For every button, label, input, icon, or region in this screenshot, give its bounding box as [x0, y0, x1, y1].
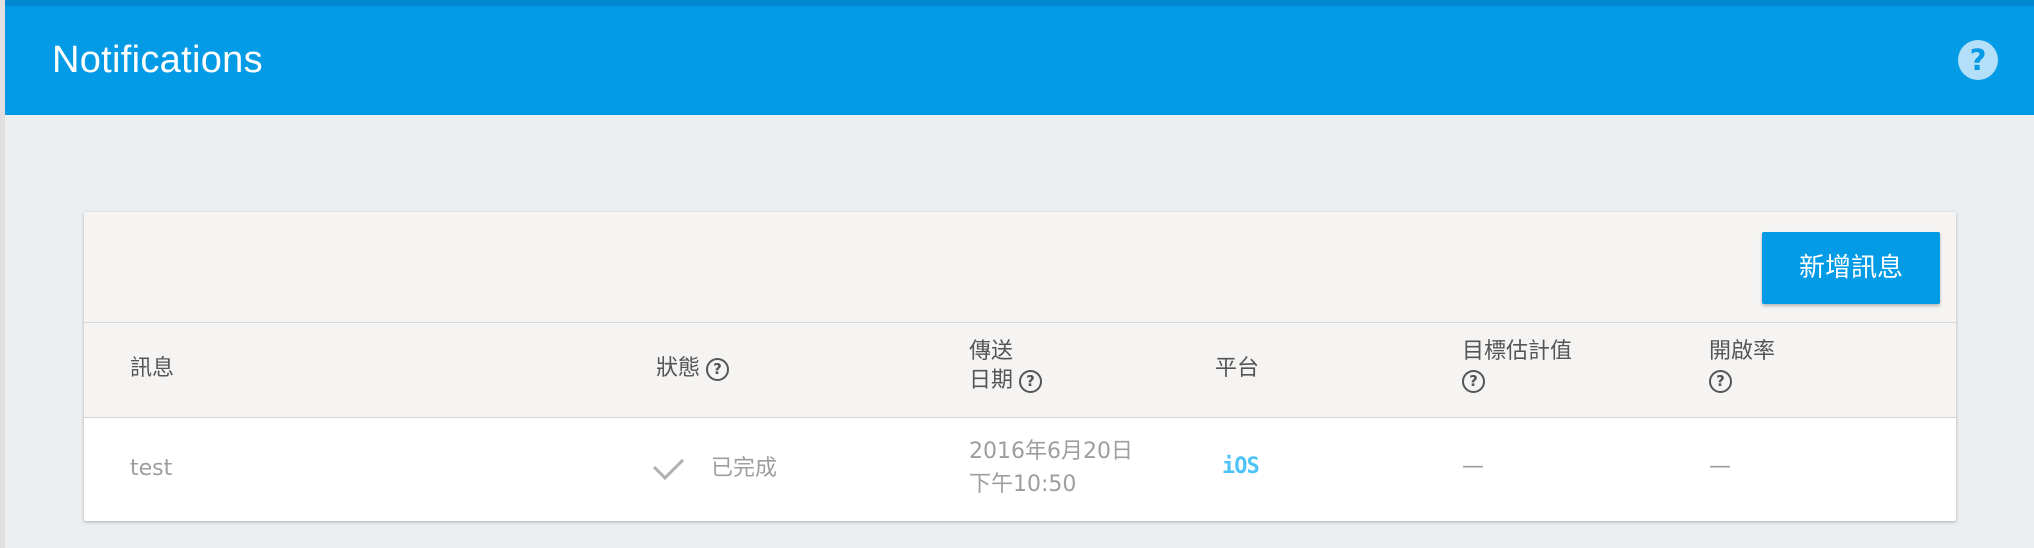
row-open-rate: —: [1709, 454, 1731, 479]
help-icon[interactable]: ?: [1958, 40, 1998, 80]
target-estimate-help-icon[interactable]: ?: [1462, 369, 1485, 393]
row-platform: iOS: [1222, 450, 1260, 483]
app-header: Notifications ?: [5, 0, 2034, 115]
row-send-date: 2016年6月20日 下午10:50: [969, 439, 1133, 497]
table-header: 訊息 狀態? 傳送 日期? 平台 目標估計值 ? 開啟率 ?: [84, 323, 1956, 418]
column-header-status: 狀態?: [656, 354, 730, 383]
row-status: 已完成: [652, 448, 777, 485]
column-header-message: 訊息: [130, 356, 175, 381]
new-message-button[interactable]: 新增訊息: [1762, 232, 1940, 304]
card-toolbar: 新增訊息: [84, 212, 1956, 323]
notifications-card: 新增訊息 訊息 狀態? 傳送 日期? 平台 目標估計值 ? 開啟率 ? test…: [84, 212, 1956, 521]
ios-icon: iOS: [1222, 454, 1260, 479]
row-target-estimate: —: [1462, 454, 1484, 479]
table-row[interactable]: test 已完成 2016年6月20日 下午10:50 iOS — —: [84, 418, 1956, 521]
column-header-send-date: 傳送 日期?: [969, 337, 1043, 395]
status-help-icon[interactable]: ?: [706, 357, 730, 381]
row-message[interactable]: test: [130, 452, 172, 485]
check-icon: [652, 448, 685, 480]
page-title: Notifications: [52, 39, 263, 81]
open-rate-help-icon[interactable]: ?: [1709, 369, 1732, 393]
column-header-target-estimate: 目標估計值 ?: [1462, 337, 1572, 395]
column-header-platform: 平台: [1215, 356, 1260, 381]
column-header-open-rate: 開啟率 ?: [1709, 337, 1775, 395]
send-date-help-icon[interactable]: ?: [1019, 369, 1043, 393]
